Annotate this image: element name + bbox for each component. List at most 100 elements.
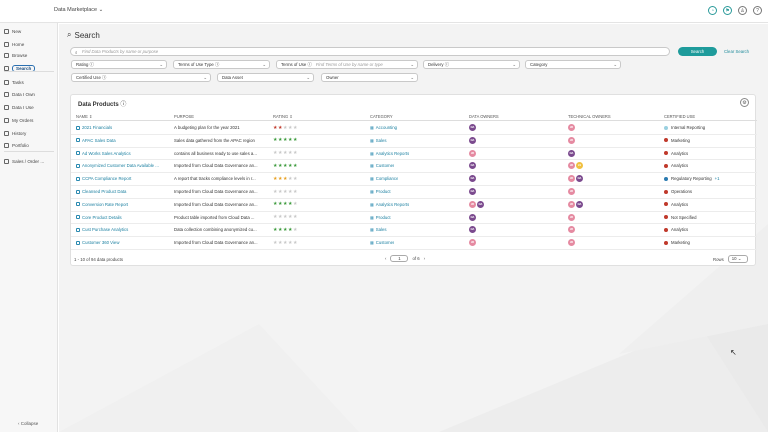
collapse-button[interactable]: ‹ Collapse xyxy=(18,421,38,426)
star-icon: ★ xyxy=(287,175,293,182)
product-name-link[interactable]: Anonymized Customer Data Available ... xyxy=(76,163,171,168)
avatar[interactable]: NA xyxy=(469,213,476,221)
sidebar-item-data-i-own[interactable]: Data I Own xyxy=(4,90,35,98)
category-link[interactable]: ▦ Product xyxy=(370,215,391,220)
avatar[interactable]: NA xyxy=(469,226,476,234)
star-icon: ★ xyxy=(277,150,283,157)
sidebar-item-new[interactable]: New xyxy=(4,27,21,35)
data-asset-filter[interactable]: Data Asset ⌄ xyxy=(217,73,314,82)
product-name-link[interactable]: Ad Works Sales Analytics xyxy=(76,151,171,156)
avatar[interactable]: NA xyxy=(469,188,476,195)
sidebar-item-portfolio[interactable]: Portfolio xyxy=(4,141,29,149)
search-input[interactable]: ⌕ Find Data Products by name or purpose xyxy=(70,47,670,56)
avatar[interactable]: JR xyxy=(469,200,476,208)
star-icon: ★ xyxy=(277,124,283,131)
star-icon: ★ xyxy=(287,162,293,169)
category-filter[interactable]: Category ⌄ xyxy=(525,60,621,69)
rows-label: Rows xyxy=(713,256,724,262)
star-icon: ★ xyxy=(277,226,283,233)
avatar[interactable]: NA xyxy=(568,149,575,157)
star-icon: ★ xyxy=(287,137,293,144)
column-header-name[interactable]: NAME ⇕ xyxy=(76,114,92,119)
avatar[interactable]: JR xyxy=(568,124,575,131)
sidebar-item-my-orders[interactable]: My Orders xyxy=(4,116,33,124)
avatar[interactable]: LS xyxy=(576,162,583,170)
search-button[interactable]: Search xyxy=(678,47,717,56)
rating-filter[interactable]: Rating ⓘ ⌄ xyxy=(71,60,167,69)
status-dot xyxy=(664,138,668,143)
sidebar-item-home[interactable]: Home xyxy=(4,40,24,48)
technical-owners: JR LS xyxy=(568,162,583,170)
category-icon: ▦ xyxy=(370,240,374,246)
category-link[interactable]: ▦ Compliance xyxy=(370,176,398,181)
owner-filter[interactable]: Owner ⌄ xyxy=(321,73,418,82)
avatar[interactable]: JR xyxy=(469,149,476,157)
next-page-icon[interactable]: › xyxy=(424,256,425,261)
avatar[interactable]: NA xyxy=(576,175,583,183)
rows-select[interactable]: 10 ⌄ xyxy=(727,255,748,263)
category-label: Customer xyxy=(375,163,395,169)
category-link[interactable]: ▦ Customer xyxy=(370,163,394,168)
product-name-link[interactable]: APAC Sales Data xyxy=(76,138,171,143)
product-name-link[interactable]: CCPA Compliance Report xyxy=(76,176,171,181)
delivery-filter[interactable]: Delivery ⓘ ⌄ xyxy=(423,60,520,69)
app-title[interactable]: Data Marketplace ⌄ xyxy=(54,7,103,13)
notification-icon[interactable]: ◔ xyxy=(708,6,717,15)
results-count: 1 - 10 of 94 data products xyxy=(74,257,123,262)
terms-of-use-filter[interactable]: Terms of Use ⓘ Find Terms of Use by name… xyxy=(276,60,418,69)
avatar[interactable]: NA xyxy=(469,124,476,131)
avatar[interactable]: NA xyxy=(576,200,583,208)
category-label: Sales xyxy=(375,137,387,143)
product-name-link[interactable]: Conversion Rate Report xyxy=(76,202,171,207)
technical-owners: JR xyxy=(568,213,575,221)
clear-search-link[interactable]: Clear Search xyxy=(724,49,749,54)
category-label: Category xyxy=(530,62,548,67)
sidebar-item-label: Tasks xyxy=(12,79,24,85)
flag-icon[interactable]: ⚑ xyxy=(723,6,732,15)
sidebar-item-browse[interactable]: Browse xyxy=(4,51,27,59)
column-header-rating[interactable]: RATING ⇕ xyxy=(273,114,293,119)
sidebar-item-history[interactable]: History xyxy=(4,129,26,137)
sidebar-item-data-i-use[interactable]: Data I Use xyxy=(4,103,34,111)
avatar[interactable]: JR xyxy=(568,200,575,208)
avatar[interactable]: JR xyxy=(568,136,575,144)
star-icon: ★ xyxy=(287,226,293,233)
data-own-icon xyxy=(4,91,9,97)
prev-page-icon[interactable]: ‹ xyxy=(385,256,386,261)
category-link[interactable]: ▦ Analytics Reports xyxy=(370,151,409,156)
gear-icon[interactable]: ⚙ xyxy=(740,98,749,107)
category-link[interactable]: ▦ Product xyxy=(370,189,391,194)
rating-stars: ★ ★ ★ ★ ★ xyxy=(273,176,297,182)
category-link[interactable]: ▦ Sales xyxy=(370,227,387,232)
avatar[interactable]: JR xyxy=(568,239,575,247)
category-link[interactable]: ▦ Sales xyxy=(370,138,387,143)
product-name-link[interactable]: Customer 360 View xyxy=(76,240,171,245)
avatar[interactable]: NA xyxy=(469,162,476,170)
avatar[interactable]: NA xyxy=(477,200,484,208)
avatar[interactable]: JR xyxy=(469,239,476,247)
category-link[interactable]: ▦ Accounting xyxy=(370,125,397,130)
avatar[interactable]: JR xyxy=(568,226,575,234)
avatar[interactable]: NA xyxy=(469,175,476,183)
terms-type-filter[interactable]: Terms of Use Type ⓘ ⌄ xyxy=(173,60,270,69)
avatar[interactable]: JR xyxy=(568,188,575,195)
product-purpose: contains all business ready to use sales… xyxy=(174,150,257,156)
sidebar-item-sales-order[interactable]: Sales / Order ... xyxy=(4,157,44,165)
product-name-link[interactable]: Cleansed Product Data xyxy=(76,189,171,194)
product-name-link[interactable]: 2021 Financials xyxy=(76,125,171,130)
category-link[interactable]: ▦ Customer xyxy=(370,240,394,245)
avatar[interactable]: JR xyxy=(568,175,575,183)
avatar[interactable]: NA xyxy=(469,136,476,144)
certified-use-filter[interactable]: Certified Use ⓘ ⌄ xyxy=(71,73,211,82)
user-icon[interactable]: ♙ xyxy=(738,6,747,15)
sidebar-item-tasks[interactable]: Tasks xyxy=(4,78,24,86)
product-name-link[interactable]: Cust Purchase Analytics xyxy=(76,227,171,232)
more-count-badge[interactable]: +1 xyxy=(715,176,720,181)
avatar[interactable]: JR xyxy=(568,213,575,221)
category-link[interactable]: ▦ Analytics Reports xyxy=(370,202,409,207)
help-icon[interactable]: ? xyxy=(753,6,762,15)
product-name-link[interactable]: Core Product Details xyxy=(76,215,171,220)
page-input[interactable]: 1 xyxy=(390,255,409,262)
star-icon: ★ xyxy=(292,201,298,208)
avatar[interactable]: JR xyxy=(568,162,575,170)
